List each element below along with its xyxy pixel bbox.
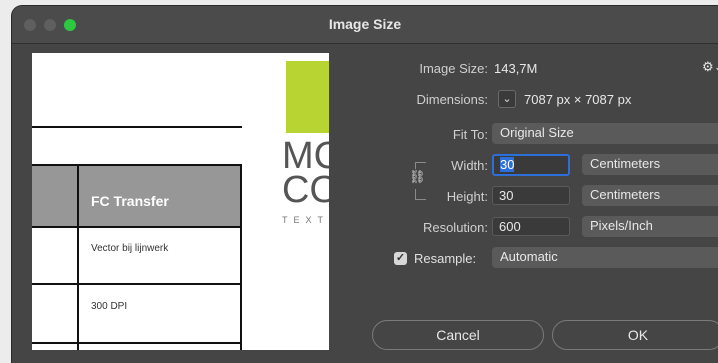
- resample-select[interactable]: Automatic⌄: [492, 247, 718, 268]
- resample-label: Resample:: [414, 251, 477, 266]
- preview-rule: [32, 126, 242, 128]
- image-size-value: 143,7M: [494, 61, 538, 76]
- cancel-button[interactable]: Cancel: [372, 320, 544, 350]
- dimensions-value: 7087 px × 7087 px: [524, 92, 632, 107]
- image-preview[interactable]: FC Transfer Vector bij lijnwerk 300 DPI …: [32, 53, 329, 350]
- logo-subtext: TEXTI: [282, 215, 329, 225]
- image-size-label: Image Size:: [419, 61, 488, 76]
- fit-to-label: Fit To:: [452, 127, 488, 142]
- resolution-label: Resolution:: [422, 220, 488, 235]
- constrain-link-icon[interactable]: ⛓: [409, 169, 426, 189]
- height-input[interactable]: 30: [492, 186, 570, 205]
- title-bar: Image Size: [12, 6, 718, 44]
- preview-row-text: 300 DPI: [91, 301, 128, 312]
- width-label: Width:: [451, 158, 488, 173]
- resolution-unit-select[interactable]: Pixels/Inch⌄: [582, 216, 718, 237]
- dimensions-units-dropdown[interactable]: ⌄: [498, 90, 516, 108]
- dimensions-label: Dimensions:: [416, 92, 488, 107]
- resample-checkbox[interactable]: ✓: [394, 252, 407, 265]
- image-size-dialog: Image Size FC Transfer Vector bij lijnwe…: [12, 6, 718, 363]
- logo-text: MC CO: [282, 135, 329, 211]
- resolution-input[interactable]: 600: [492, 217, 570, 236]
- height-unit-select[interactable]: Centimeters⌄: [582, 185, 718, 206]
- width-unit-select[interactable]: Centimeters⌄: [582, 154, 718, 175]
- window-title: Image Size: [328, 16, 402, 32]
- logo-green-block: [286, 61, 329, 133]
- preview-column-line: [77, 164, 79, 350]
- height-label: Height:: [446, 189, 488, 204]
- preview-rule: [32, 226, 242, 228]
- preview-column-line: [240, 164, 242, 350]
- gear-icon[interactable]: ⚙︎⌄: [702, 59, 718, 75]
- preview-heading: FC Transfer: [91, 193, 169, 209]
- preview-rule: [32, 283, 242, 285]
- width-input[interactable]: 30: [492, 154, 570, 176]
- fit-to-select[interactable]: Original Size⌄: [492, 123, 718, 144]
- ok-button[interactable]: OK: [552, 320, 718, 350]
- preview-row-text: Vector bij lijnwerk: [91, 243, 169, 254]
- preview-rule: [32, 342, 242, 344]
